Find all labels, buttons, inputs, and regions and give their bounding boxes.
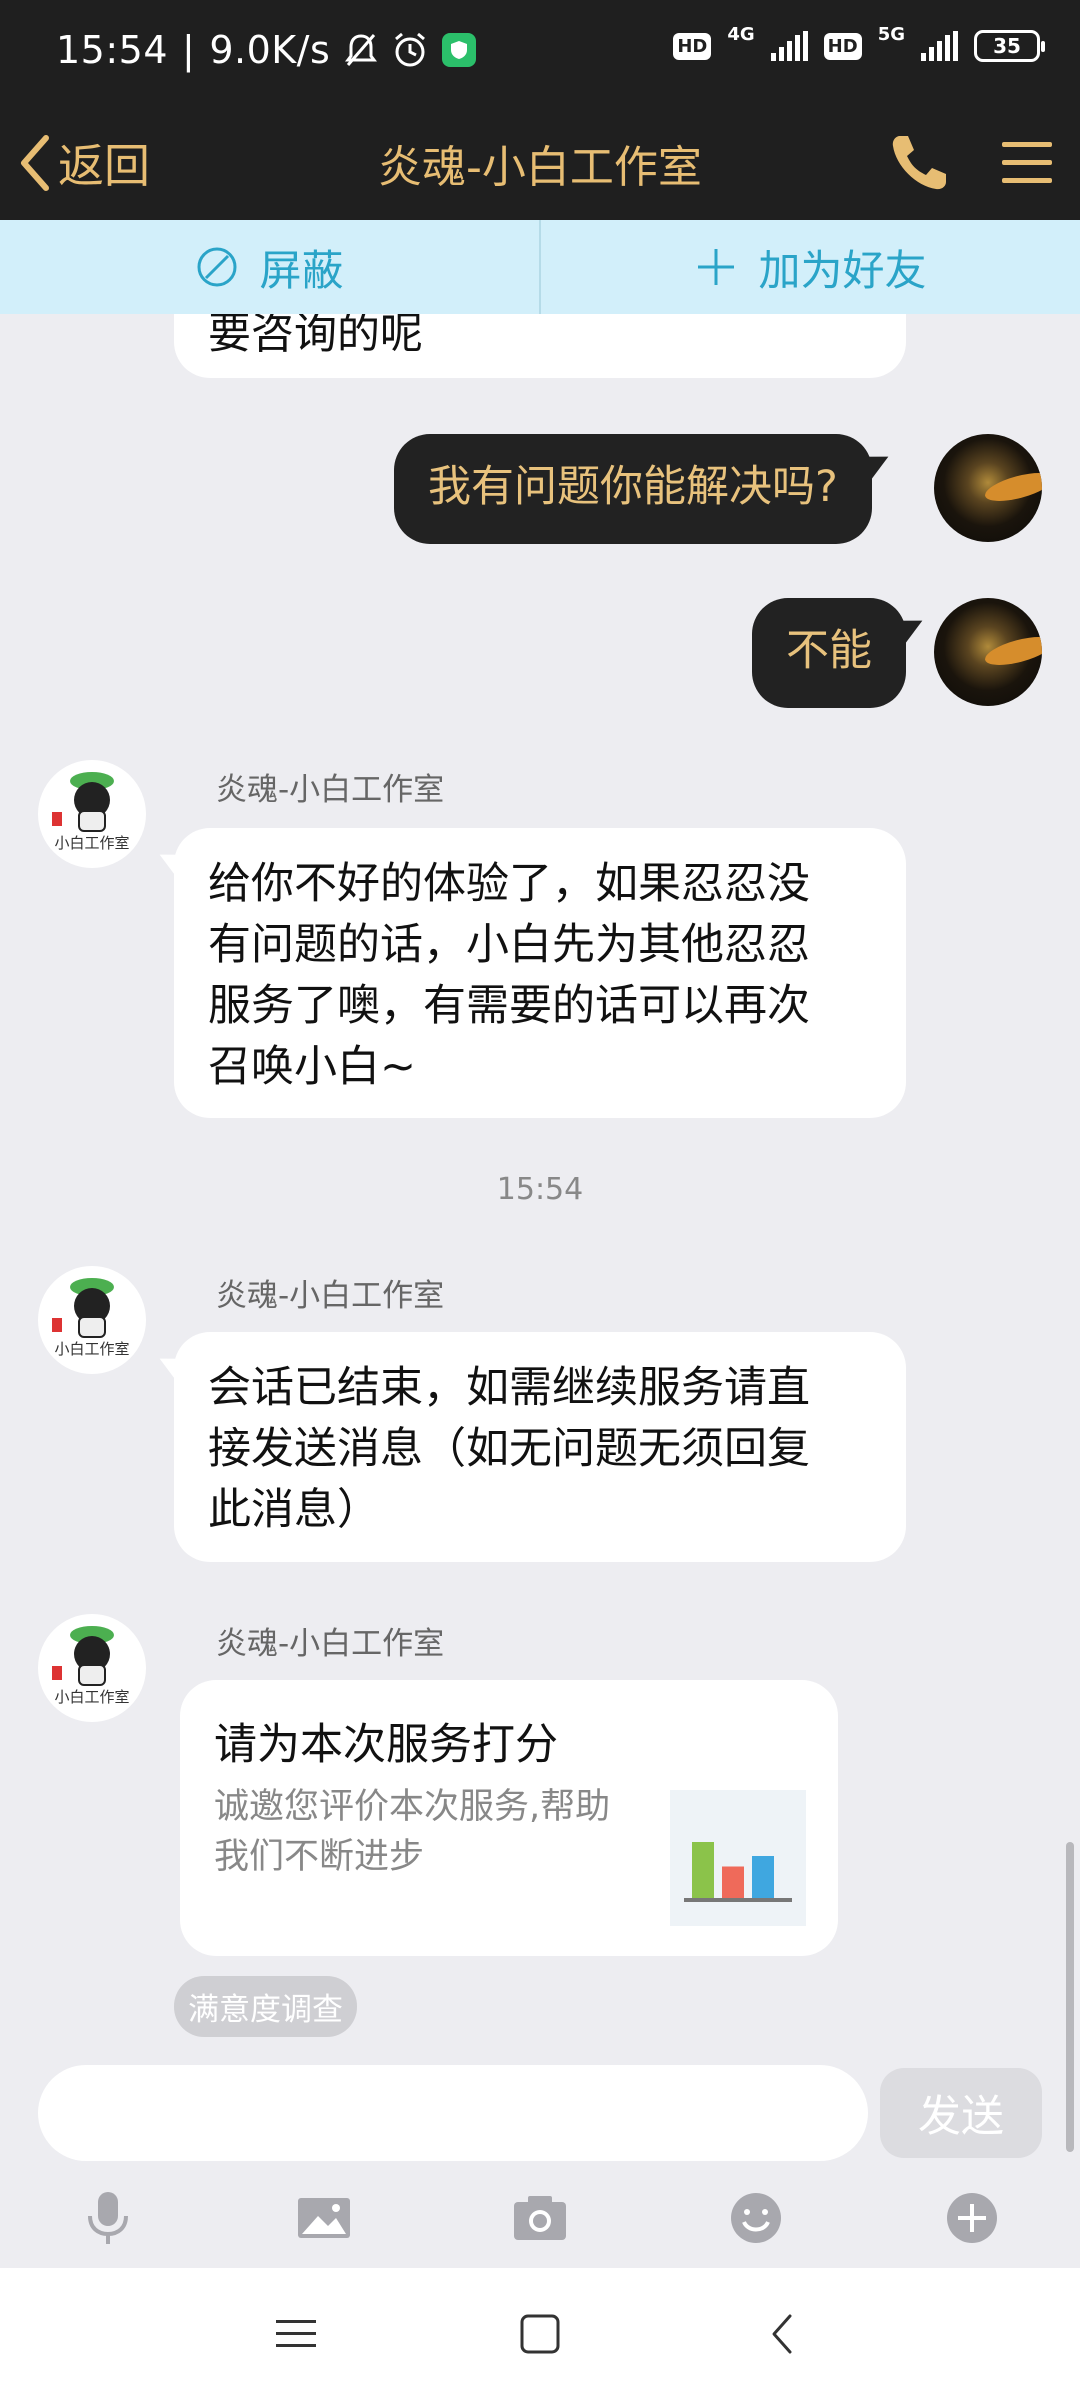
time-divider: 15:54 (496, 1172, 584, 1207)
card-desc-line: 诚邀您评价本次服务,帮助 (214, 1787, 611, 1827)
mic-icon[interactable] (76, 2186, 140, 2250)
card-title: 请为本次服务打分 (214, 1720, 558, 1770)
hd-icon: HD (823, 32, 862, 60)
sender-name: 炎魂-小白工作室 (216, 1626, 445, 1662)
status-left: 15:54 | 9.0K/s (56, 28, 477, 72)
message-line: 此消息） (208, 1485, 380, 1535)
action-bar: 屏蔽 加为好友 (0, 220, 1080, 314)
avatar-self[interactable] (934, 598, 1042, 706)
network-5g-label: 5G (877, 23, 905, 45)
avatar-self[interactable] (934, 434, 1042, 542)
phone-icon[interactable] (886, 130, 952, 196)
message-text: 我有问题你能解决吗? (428, 462, 838, 512)
block-button[interactable]: 屏蔽 (0, 220, 539, 314)
emoji-icon[interactable] (724, 2186, 788, 2250)
back-nav-icon[interactable] (756, 2306, 812, 2362)
message-bubble-self[interactable]: 不能 (752, 598, 906, 708)
plus-icon[interactable] (940, 2186, 1004, 2250)
message-input[interactable] (38, 2065, 868, 2161)
message-text: 要咨询的呢 (208, 314, 423, 359)
system-nav-bar (0, 2268, 1080, 2400)
card-description: 诚邀您评价本次服务,帮助 我们不断进步 (214, 1782, 654, 1882)
camera-icon[interactable] (508, 2186, 572, 2250)
chart-bar (752, 1856, 774, 1898)
title-bar: 返回 炎魂-小白工作室 (0, 106, 1080, 220)
alarm-icon (392, 32, 428, 68)
message-bubble[interactable]: 给你不好的体验了，如果忍忍没 有问题的话，小白先为其他忍忍 服务了噢，有需要的话… (174, 828, 906, 1118)
add-friend-button[interactable]: 加为好友 (539, 220, 1080, 314)
network-speed: 9.0K/s (209, 28, 331, 72)
message-line: 会话已结束，如需继续服务请直 (208, 1363, 810, 1413)
message-text: 不能 (786, 626, 872, 676)
message-bubble[interactable]: 要咨询的呢 (174, 314, 906, 378)
chart-bar (722, 1866, 744, 1898)
chat-list[interactable]: 要咨询的呢 我有问题你能解决吗? 不能 小白工作室 炎魂-小白工作室 给你不好的… (0, 314, 1080, 2158)
avatar-bot[interactable]: 小白工作室 (38, 760, 146, 868)
send-button[interactable]: 发送 (880, 2068, 1042, 2158)
status-divider: | (182, 28, 196, 72)
block-icon (197, 247, 237, 287)
message-line: 给你不好的体验了，如果忍忍没 (208, 859, 810, 909)
bell-off-icon (344, 32, 378, 68)
signal-icon (921, 31, 958, 61)
message-line: 召唤小白~ (208, 1042, 417, 1092)
hd-icon: HD (673, 32, 712, 60)
message-line: 服务了噢，有需要的话可以再次 (208, 981, 810, 1031)
home-icon[interactable] (512, 2306, 568, 2362)
input-toolbar (0, 2170, 1080, 2268)
shield-icon (442, 33, 477, 67)
signal-icon (770, 31, 808, 61)
avatar-bot[interactable]: 小白工作室 (38, 1266, 146, 1374)
block-label: 屏蔽 (259, 245, 344, 295)
chart-baseline (684, 1898, 792, 1902)
battery-icon: 35 (974, 30, 1045, 62)
card-desc-line: 我们不断进步 (214, 1837, 425, 1877)
chart-bar (692, 1842, 714, 1898)
message-bubble-self[interactable]: 我有问题你能解决吗? (394, 434, 872, 544)
survey-tag[interactable]: 满意度调查 (174, 1976, 357, 2037)
bar-chart-icon (670, 1790, 806, 1926)
message-line: 接发送消息（如无问题无须回复 (208, 1424, 810, 1474)
sender-name: 炎魂-小白工作室 (216, 1278, 445, 1314)
plus-icon (698, 249, 735, 285)
message-bubble[interactable]: 会话已结束，如需继续服务请直 接发送消息（如无问题无须回复 此消息） (174, 1332, 906, 1562)
sender-name: 炎魂-小白工作室 (216, 772, 445, 808)
status-bar: 15:54 | 9.0K/s HD 4G HD 5G 35 (0, 0, 1080, 106)
menu-icon[interactable] (1002, 134, 1052, 190)
message-line: 有问题的话，小白先为其他忍忍 (208, 920, 810, 970)
input-row: 发送 (0, 2050, 1080, 2170)
menu-nav-icon[interactable] (268, 2306, 324, 2362)
network-4g-label: 4G (727, 23, 755, 45)
add-friend-label: 加为好友 (758, 245, 927, 295)
avatar-text: 小白工作室 (54, 834, 130, 852)
status-time: 15:54 (56, 28, 169, 72)
image-icon[interactable] (292, 2186, 356, 2250)
status-right: HD 4G HD 5G 35 (673, 24, 1045, 62)
avatar-text: 小白工作室 (54, 1340, 130, 1358)
rating-card[interactable]: 请为本次服务打分 诚邀您评价本次服务,帮助 我们不断进步 (180, 1680, 838, 1956)
avatar-bot[interactable]: 小白工作室 (38, 1614, 146, 1722)
avatar-text: 小白工作室 (54, 1688, 130, 1706)
